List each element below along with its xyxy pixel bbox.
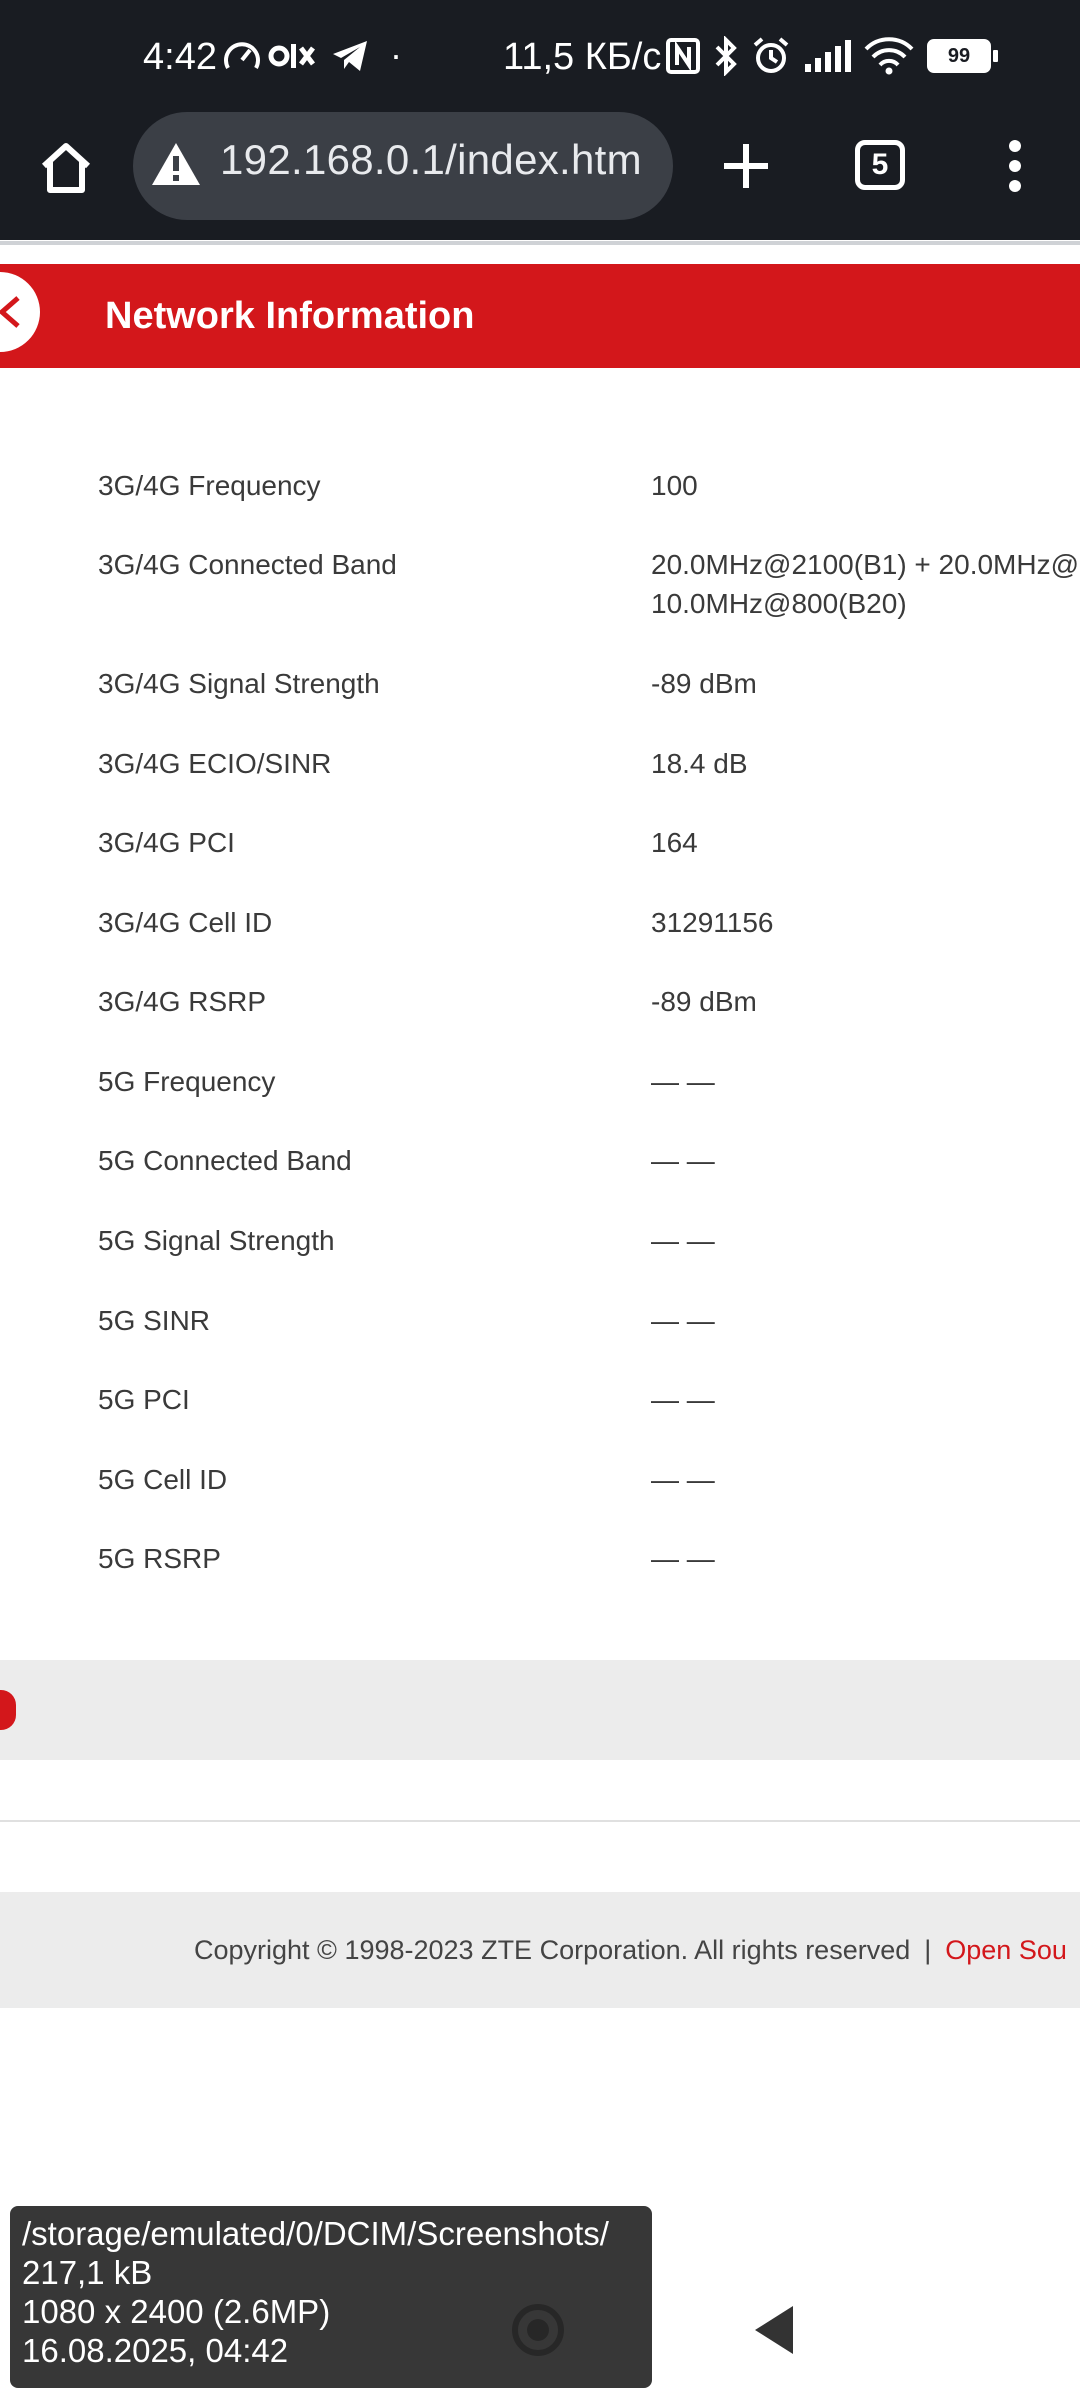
row-label: 5G Connected Band [98, 1145, 352, 1176]
tabs-icon[interactable]: 5 [855, 140, 905, 190]
row-label: 3G/4G Frequency [98, 470, 321, 501]
more-notifications-dot: · [390, 34, 402, 75]
row-label: 5G Cell ID [98, 1464, 228, 1495]
footer-separator: | [924, 1935, 932, 1965]
battery-level: 99 [927, 39, 991, 73]
row-label: 3G/4G Connected Band [98, 549, 397, 580]
toolbar-divider [0, 241, 1080, 245]
row-value: — — [651, 1543, 715, 1574]
close-button[interactable] [0, 272, 40, 352]
row-label: 3G/4G ECIO/SINR [98, 748, 332, 779]
open-source-link[interactable]: Open Sou [945, 1935, 1067, 1965]
overflow-menu-icon[interactable] [1000, 136, 1030, 196]
row-value: 31291156 [651, 907, 774, 938]
footer: Copyright © 1998-2023 ZTE Corporation. A… [0, 1892, 1080, 2008]
row-label: 3G/4G Cell ID [98, 907, 273, 938]
row-label: 5G Signal Strength [98, 1225, 335, 1256]
row-label: 3G/4G PCI [98, 827, 235, 858]
screenshot-date: 16.08.2025, 04:42 [22, 2332, 289, 2369]
row-value: — — [651, 1384, 715, 1415]
row-label: 5G RSRP [98, 1543, 221, 1574]
row-value: 20.0MHz@2100(B1) + 20.0MHz@1 [651, 549, 1080, 580]
nav-back-button[interactable] [755, 2306, 793, 2354]
close-icon [0, 296, 20, 328]
collapsed-section-bar[interactable] [0, 1660, 1080, 1760]
status-bar: 4:42 · 11,5 КБ/с 99 [0, 0, 1080, 120]
row-value: -89 dBm [651, 986, 757, 1017]
nfc-icon [666, 38, 700, 74]
page-title: Network Information [105, 295, 475, 337]
signal-icon [805, 40, 851, 72]
wifi-icon [864, 37, 914, 75]
row-value: — — [651, 1145, 715, 1176]
battery-icon: 99 [927, 39, 998, 73]
row-label: 3G/4G RSRP [98, 986, 267, 1017]
row-label: 5G SINR [98, 1305, 211, 1336]
screenshot-resolution: 1080 x 2400 (2.6MP) [22, 2293, 331, 2330]
row-value: — — [651, 1225, 715, 1256]
divider [0, 1820, 1080, 1822]
row-value: 100 [651, 470, 698, 501]
screenshot-info-overlay: /storage/emulated/0/DCIM/Screenshots/ 21… [10, 2206, 652, 2388]
url-text[interactable]: 192.168.0.1/index.htm [220, 136, 660, 184]
row-value: — — [651, 1464, 715, 1495]
section-toggle-icon[interactable] [0, 1690, 16, 1730]
status-time: 4:42 [143, 36, 217, 78]
alarm-icon [753, 37, 789, 73]
row-value: — — [651, 1305, 715, 1336]
network-speed: 11,5 КБ/с [503, 36, 662, 78]
browser-chrome: 4:42 · 11,5 КБ/с 99 192.168.0.1/index.ht… [0, 0, 1080, 240]
row-value: 164 [651, 827, 698, 858]
row-value: 18.4 dB [651, 748, 748, 779]
system-icons: 99 [665, 36, 998, 76]
olx-icon [268, 44, 315, 68]
home-icon[interactable] [36, 138, 96, 198]
bluetooth-icon [715, 36, 737, 76]
screenshot-path: /storage/emulated/0/DCIM/Screenshots/ [22, 2215, 609, 2252]
new-tab-plus-icon[interactable] [716, 136, 776, 196]
telegram-icon [333, 41, 367, 71]
row-label: 3G/4G Signal Strength [98, 668, 380, 699]
row-value: -89 dBm [651, 668, 757, 699]
row-label: 5G PCI [98, 1384, 190, 1415]
browser-toolbar: 192.168.0.1/index.htm 5 [0, 112, 1080, 224]
speedometer-icon [224, 42, 260, 69]
page-header: Network Information [0, 264, 1080, 368]
screenshot-size: 217,1 kB [22, 2254, 153, 2291]
row-label: 5G Frequency [98, 1066, 276, 1097]
notification-icons [222, 38, 370, 74]
copyright-text: Copyright © 1998-2023 ZTE Corporation. A… [194, 1935, 911, 1965]
row-value: — — [651, 1066, 715, 1097]
warning-icon[interactable] [150, 140, 202, 188]
row-value-line2: 10.0MHz@800(B20) [651, 588, 907, 619]
footer-text: Copyright © 1998-2023 ZTE Corporation. A… [194, 1892, 1067, 2008]
